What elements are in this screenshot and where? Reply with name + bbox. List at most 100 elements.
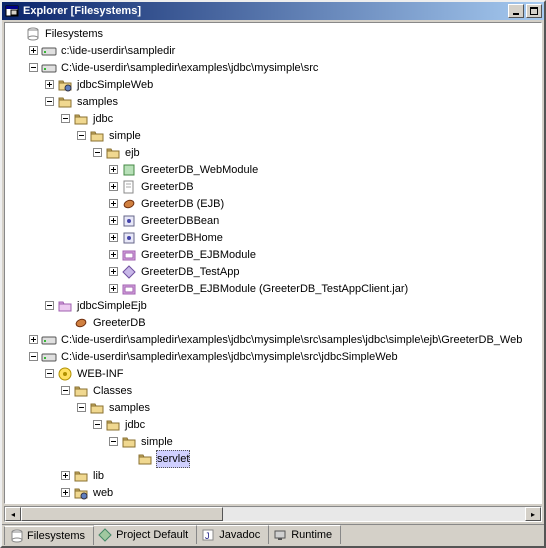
expand-toggle[interactable] — [25, 332, 41, 348]
horizontal-scrollbar[interactable]: ◂ ▸ — [4, 506, 542, 522]
node-label[interactable]: simple — [140, 434, 174, 450]
bean-icon — [73, 315, 89, 331]
tree-node[interactable]: C:\ide-userdir\sampledir\examples\jdbc\m… — [5, 348, 541, 365]
collapse-toggle[interactable] — [57, 383, 73, 399]
tree-node[interactable]: ejb — [5, 144, 541, 161]
node-label[interactable]: Filesystems — [44, 26, 104, 42]
expand-toggle[interactable] — [105, 230, 121, 246]
tab-bar: FilesystemsProject DefaultJJavadocRuntim… — [2, 524, 544, 546]
collapse-toggle[interactable] — [73, 128, 89, 144]
expand-toggle[interactable] — [105, 264, 121, 280]
tree-node[interactable]: GreeterDB_WebModule — [5, 161, 541, 178]
node-label[interactable]: jdbc — [92, 111, 114, 127]
node-label[interactable]: c:\ide-userdir\sampledir — [60, 43, 176, 59]
tab-javadoc[interactable]: JJavadoc — [196, 525, 269, 544]
expand-toggle[interactable] — [105, 179, 121, 195]
tab-project-default[interactable]: Project Default — [93, 525, 197, 544]
node-label[interactable]: servlet — [156, 450, 190, 468]
tree-node[interactable]: GreeterDBHome — [5, 229, 541, 246]
tree-node[interactable]: c:\ide-userdir\sampledir — [5, 42, 541, 59]
scroll-track[interactable] — [21, 507, 525, 521]
tab-filesystems[interactable]: Filesystems — [4, 526, 94, 545]
node-label[interactable]: simple — [108, 128, 142, 144]
minimize-button[interactable] — [508, 4, 524, 18]
tree-node[interactable]: GreeterDB — [5, 314, 541, 331]
node-label[interactable]: GreeterDB_EJBModule (GreeterDB_TestAppCl… — [140, 281, 409, 297]
collapse-toggle[interactable] — [57, 111, 73, 127]
tree-node[interactable]: samples — [5, 93, 541, 110]
scroll-right-button[interactable]: ▸ — [525, 507, 541, 521]
tree-node[interactable]: samples — [5, 399, 541, 416]
titlebar: Explorer [Filesystems] — [2, 2, 544, 20]
collapse-toggle[interactable] — [89, 145, 105, 161]
expand-toggle[interactable] — [105, 162, 121, 178]
node-label[interactable]: GreeterDB (EJB) — [140, 196, 225, 212]
expand-toggle[interactable] — [57, 468, 73, 484]
maximize-button[interactable] — [526, 4, 542, 18]
node-label[interactable]: jdbcSimpleEjb — [76, 298, 148, 314]
expand-toggle[interactable] — [105, 196, 121, 212]
expand-toggle[interactable] — [57, 485, 73, 501]
node-label[interactable]: GreeterDB_EJBModule — [140, 247, 257, 263]
node-label[interactable]: C:\ide-userdir\sampledir\examples\jdbc\m… — [60, 349, 399, 365]
tree-node[interactable]: C:\ide-userdir\sampledir\examples\jdbc\m… — [5, 59, 541, 76]
tree-node[interactable]: jdbcSimpleEjb — [5, 297, 541, 314]
tree-node[interactable]: GreeterDB (EJB) — [5, 195, 541, 212]
expand-toggle[interactable] — [105, 213, 121, 229]
node-label[interactable]: GreeterDB — [140, 179, 195, 195]
tree-node[interactable]: WEB-INF — [5, 365, 541, 382]
collapse-toggle[interactable] — [41, 298, 57, 314]
node-label[interactable]: GreeterDB_WebModule — [140, 162, 259, 178]
collapse-toggle[interactable] — [41, 366, 57, 382]
expand-toggle[interactable] — [41, 77, 57, 93]
collapse-toggle[interactable] — [105, 434, 121, 450]
toggle-spacer — [9, 26, 25, 42]
expand-toggle[interactable] — [105, 281, 121, 297]
node-label[interactable]: GreeterDB_TestApp — [140, 264, 240, 280]
tree-node[interactable]: GreeterDB — [5, 178, 541, 195]
scroll-thumb[interactable] — [21, 507, 223, 521]
tree-node[interactable]: Filesystems — [5, 25, 541, 42]
folder-icon — [73, 383, 89, 399]
tree-node[interactable]: jdbc — [5, 416, 541, 433]
tree-node[interactable]: jdbcSimpleWeb — [5, 76, 541, 93]
tab-runtime[interactable]: Runtime — [268, 525, 341, 544]
folder-icon — [89, 400, 105, 416]
tree-node[interactable]: GreeterDB_EJBModule (GreeterDB_TestAppCl… — [5, 280, 541, 297]
tree-node[interactable]: simple — [5, 433, 541, 450]
tree-node[interactable]: servlet — [5, 450, 541, 467]
collapse-toggle[interactable] — [25, 60, 41, 76]
tree-node[interactable]: jdbc — [5, 110, 541, 127]
tree-node[interactable]: GreeterDB_EJBModule — [5, 246, 541, 263]
tree-node[interactable]: web — [5, 484, 541, 501]
node-label[interactable]: GreeterDBBean — [140, 213, 220, 229]
node-label[interactable]: lib — [92, 468, 105, 484]
node-label[interactable]: GreeterDBHome — [140, 230, 224, 246]
expand-toggle[interactable] — [25, 43, 41, 59]
node-label[interactable]: ejb — [124, 145, 141, 161]
tree-node[interactable]: GreeterDBBean — [5, 212, 541, 229]
node-label[interactable]: web — [92, 485, 114, 501]
collapse-toggle[interactable] — [25, 349, 41, 365]
tree-node[interactable]: C:\ide-userdir\sampledir\examples\jdbc\m… — [5, 331, 541, 348]
app-icon — [121, 264, 137, 280]
node-label[interactable]: jdbc — [124, 417, 146, 433]
tree-node[interactable]: lib — [5, 467, 541, 484]
node-label[interactable]: WEB-INF — [76, 366, 124, 382]
tree-panel[interactable]: Filesystemsc:\ide-userdir\sampledirC:\id… — [4, 22, 542, 504]
node-label[interactable]: C:\ide-userdir\sampledir\examples\jdbc\m… — [60, 60, 319, 76]
collapse-toggle[interactable] — [73, 400, 89, 416]
node-label[interactable]: C:\ide-userdir\sampledir\examples\jdbc\m… — [60, 332, 523, 348]
collapse-toggle[interactable] — [89, 417, 105, 433]
tree-node[interactable]: GreeterDB_TestApp — [5, 263, 541, 280]
node-label[interactable]: samples — [76, 94, 119, 110]
scroll-left-button[interactable]: ◂ — [5, 507, 21, 521]
collapse-toggle[interactable] — [41, 94, 57, 110]
node-label[interactable]: samples — [108, 400, 151, 416]
node-label[interactable]: jdbcSimpleWeb — [76, 77, 154, 93]
expand-toggle[interactable] — [105, 247, 121, 263]
node-label[interactable]: Classes — [92, 383, 133, 399]
tree-node[interactable]: Classes — [5, 382, 541, 399]
tree-node[interactable]: simple — [5, 127, 541, 144]
node-label[interactable]: GreeterDB — [92, 315, 147, 331]
